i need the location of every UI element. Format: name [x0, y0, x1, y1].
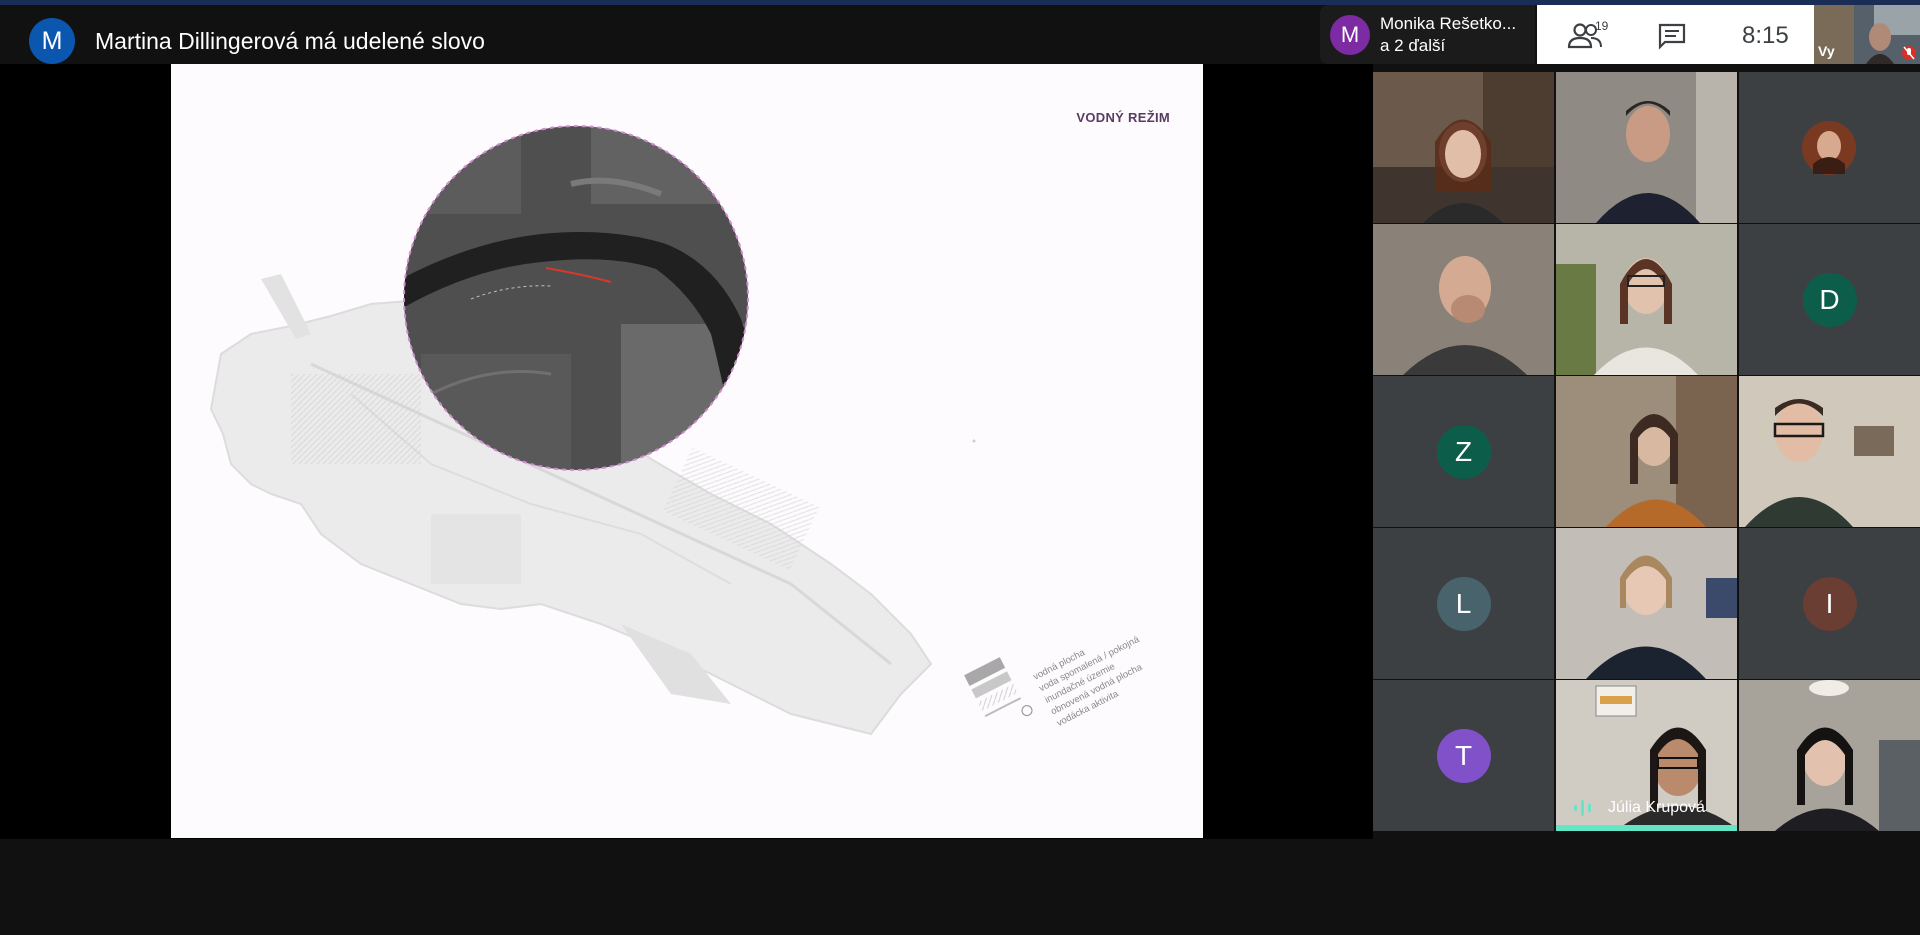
- participant-video: [1373, 72, 1554, 223]
- speaking-indicator-icon: [1574, 800, 1591, 816]
- participant-tile[interactable]: [1556, 72, 1737, 223]
- self-view-label: Vy: [1818, 43, 1835, 59]
- presenter-avatar: M: [29, 18, 75, 64]
- participant-avatar-photo: [1739, 72, 1920, 223]
- participant-grid: D Z L I T Júlia Krupová: [1373, 72, 1920, 832]
- notification-subtitle: a 2 ďalší: [1380, 36, 1446, 55]
- presentation-slide: VODNÝ REŽIM vodná plocha voda spomalená …: [171, 64, 1203, 838]
- participant-video: [1373, 224, 1554, 375]
- participant-initial-avatar: D: [1802, 272, 1857, 327]
- participant-tile-speaking[interactable]: Júlia Krupová: [1556, 680, 1737, 831]
- participant-tile[interactable]: D: [1739, 224, 1920, 375]
- participant-video: [1556, 528, 1737, 679]
- self-view-tile[interactable]: Vy: [1814, 5, 1920, 64]
- participant-video: [1556, 376, 1737, 527]
- participant-initial-avatar: I: [1802, 576, 1857, 631]
- mic-muted-icon: [1902, 46, 1916, 60]
- bottom-bar: [0, 839, 1920, 935]
- participant-video: [1556, 72, 1737, 223]
- participant-tile[interactable]: [1739, 376, 1920, 527]
- chat-icon[interactable]: [1657, 22, 1687, 50]
- participant-initial-avatar: Z: [1436, 424, 1491, 479]
- meeting-info-panel: 19 8:15: [1537, 5, 1814, 64]
- participant-tile[interactable]: [1556, 224, 1737, 375]
- participant-tile[interactable]: I: [1739, 528, 1920, 679]
- participant-tile[interactable]: [1739, 680, 1920, 831]
- participant-tile[interactable]: [1373, 72, 1554, 223]
- water-regime-map: [209, 125, 1033, 736]
- participant-tile[interactable]: L: [1373, 528, 1554, 679]
- participant-tile[interactable]: [1556, 528, 1737, 679]
- participant-tile[interactable]: [1556, 376, 1737, 527]
- participant-tile[interactable]: Z: [1373, 376, 1554, 527]
- participant-video: [1739, 680, 1920, 831]
- join-notification[interactable]: M Monika Rešetko... a 2 ďalší: [1320, 5, 1535, 64]
- participant-tile[interactable]: [1739, 72, 1920, 223]
- speaking-highlight: [1556, 825, 1737, 831]
- participant-tile[interactable]: [1373, 224, 1554, 375]
- meeting-clock: 8:15: [1742, 22, 1789, 49]
- participant-initial-avatar: T: [1436, 728, 1491, 783]
- notification-name: Monika Rešetko...: [1380, 14, 1517, 33]
- participant-initial-avatar: L: [1436, 576, 1491, 631]
- participant-tile[interactable]: T: [1373, 680, 1554, 831]
- participant-video: [1739, 376, 1920, 527]
- presentation-stage: VODNÝ REŽIM vodná plocha voda spomalená …: [0, 64, 1373, 839]
- notification-avatar: M: [1330, 15, 1370, 55]
- participant-name: Júlia Krupová: [1608, 799, 1705, 816]
- people-count: 19: [1595, 19, 1609, 33]
- presenter-status-title: Martina Dillingerová má udelené slovo: [95, 28, 485, 54]
- participant-video: [1556, 224, 1737, 375]
